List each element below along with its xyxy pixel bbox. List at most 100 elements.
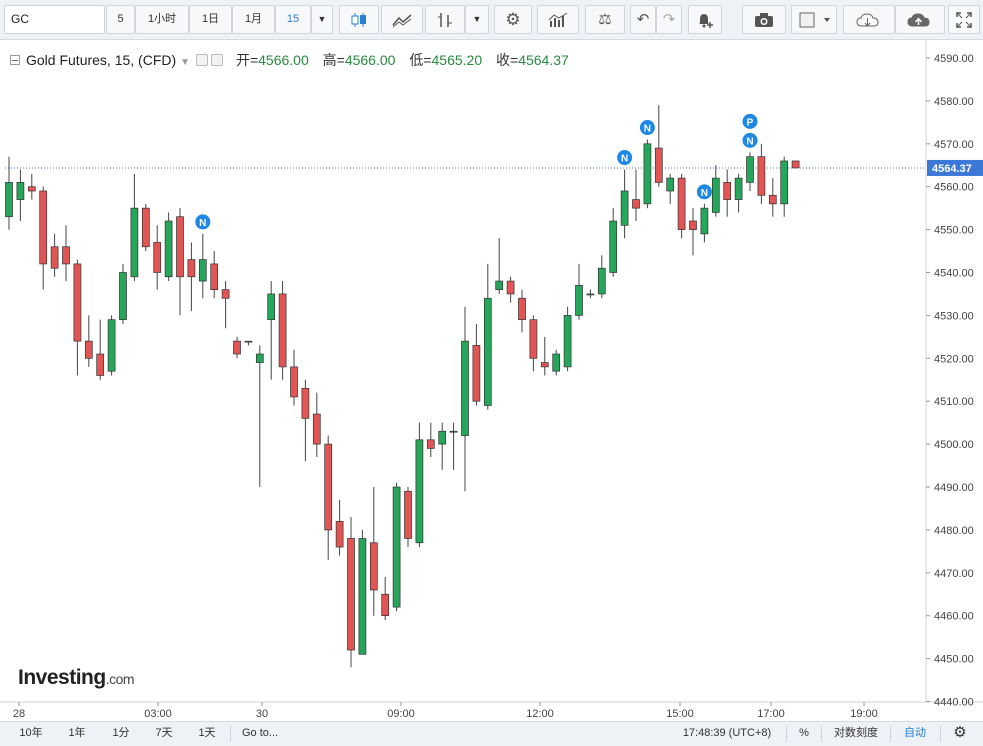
interval-1h-button[interactable]: 1小时 (135, 5, 189, 34)
candle-body[interactable] (119, 272, 127, 321)
compare-button[interactable]: ⚖ (585, 5, 625, 34)
candle-body[interactable] (290, 366, 298, 398)
candle-body[interactable] (301, 387, 310, 419)
candle-body[interactable] (164, 220, 173, 278)
save-chart-button[interactable] (895, 5, 945, 34)
candle-body[interactable] (141, 207, 150, 248)
candle-body[interactable] (518, 297, 526, 321)
candle-body[interactable] (358, 538, 367, 655)
snapshot-button[interactable] (742, 5, 786, 34)
candle-body[interactable] (723, 182, 732, 200)
candles-button[interactable] (339, 5, 379, 34)
candle-body[interactable] (369, 542, 378, 591)
candle-body[interactable] (438, 430, 447, 445)
dropdown-caret-icon[interactable]: ▼ (180, 57, 190, 68)
candle-body[interactable] (449, 430, 458, 433)
bottom-settings-button[interactable]: ⚙ (946, 722, 974, 746)
candle-body[interactable] (221, 289, 230, 299)
candle-body[interactable] (210, 263, 219, 291)
candle-body[interactable] (426, 439, 435, 449)
settings-button[interactable]: ⚙ (494, 5, 532, 34)
candle-body[interactable] (39, 190, 48, 265)
candle-body[interactable] (677, 177, 686, 230)
candle-body[interactable] (381, 593, 390, 617)
visibility-icon[interactable] (196, 54, 209, 66)
fullscreen-button[interactable] (948, 5, 980, 34)
candle-body[interactable] (415, 439, 424, 544)
auto-scale-button[interactable]: 自动 (894, 722, 936, 746)
candle-body[interactable] (233, 340, 241, 355)
candle-body[interactable] (529, 319, 538, 359)
interval-5-button[interactable]: 5 (106, 5, 135, 34)
interval-1d-button[interactable]: 1日 (189, 5, 232, 34)
candle-body[interactable] (506, 280, 515, 295)
candle-body[interactable] (255, 353, 264, 363)
candle-body[interactable] (483, 297, 492, 406)
candle-body[interactable] (689, 220, 697, 230)
candle-body[interactable] (404, 490, 412, 539)
candle-body[interactable] (84, 340, 93, 359)
candle-body[interactable] (768, 194, 777, 205)
candle-body[interactable] (643, 143, 652, 205)
candle-body[interactable] (495, 280, 504, 291)
range-1y-button[interactable]: 1年 (57, 722, 97, 746)
candle-body[interactable] (130, 207, 139, 278)
candle-body[interactable] (96, 353, 105, 376)
percent-scale-button[interactable]: % (790, 722, 818, 746)
candle-body[interactable] (62, 246, 70, 265)
candle-body[interactable] (153, 242, 162, 273)
candle-body[interactable] (461, 340, 469, 436)
range-1d-button[interactable]: 1天 (188, 722, 226, 746)
candle-body[interactable] (392, 486, 401, 608)
candle-body[interactable] (711, 177, 720, 213)
candle-body[interactable] (27, 186, 36, 192)
candle-body[interactable] (5, 182, 13, 218)
collapse-legend-icon[interactable] (10, 55, 20, 65)
candle-body[interactable] (198, 259, 207, 282)
color-picker-button[interactable] (791, 5, 837, 34)
candle-body[interactable] (73, 263, 82, 342)
candle-body[interactable] (244, 340, 253, 343)
bar-type-button[interactable] (425, 5, 465, 34)
candle-body[interactable] (597, 267, 606, 295)
redo-button[interactable]: ↷ (656, 5, 682, 34)
candlestick-chart[interactable]: 4440.00 4450.00 4460.00 4470.00 4480.00 4490.… (0, 40, 983, 720)
candle-body[interactable] (620, 190, 629, 226)
candle-body[interactable] (50, 246, 59, 269)
candle-body[interactable] (700, 207, 709, 235)
indicators-button[interactable] (537, 5, 579, 34)
candle-body[interactable] (609, 220, 618, 273)
symbol-input[interactable]: GC (4, 5, 105, 34)
interval-dropdown[interactable]: ▼ (311, 5, 333, 34)
candle-body[interactable] (267, 293, 276, 321)
interval-1m-button[interactable]: 1月 (232, 5, 275, 34)
candle-body[interactable] (472, 345, 481, 402)
candle-body[interactable] (335, 520, 344, 548)
range-1min-button[interactable]: 1分 (102, 722, 140, 746)
candle-body[interactable] (540, 362, 549, 368)
undo-button[interactable]: ↶ (630, 5, 656, 34)
candle-body[interactable] (746, 156, 754, 183)
candle-body[interactable] (632, 199, 640, 209)
area-chart-button[interactable] (381, 5, 423, 34)
candle-body[interactable] (757, 156, 766, 196)
range-7d-button[interactable]: 7天 (145, 722, 183, 746)
candle-body[interactable] (278, 293, 287, 368)
candle-body[interactable] (575, 285, 583, 316)
alert-button[interactable] (688, 5, 722, 34)
candle-body[interactable] (552, 353, 561, 372)
load-chart-button[interactable] (843, 5, 895, 34)
candle-body[interactable] (654, 147, 663, 183)
interval-15-button[interactable]: 15 (275, 5, 311, 34)
candle-body[interactable] (16, 182, 25, 200)
candle-body[interactable] (107, 319, 116, 372)
candle-body[interactable] (187, 259, 196, 278)
chart-area[interactable]: 4440.00 4450.00 4460.00 4470.00 4480.00 4490.… (0, 40, 983, 720)
candle-body[interactable] (780, 160, 789, 205)
candle-body[interactable] (791, 160, 800, 169)
candle-body[interactable] (324, 443, 333, 531)
candle-body[interactable] (734, 177, 743, 200)
chart-type-dropdown[interactable]: ▼ (465, 5, 489, 34)
candle-body[interactable] (176, 216, 184, 278)
candle-body[interactable] (586, 293, 595, 296)
